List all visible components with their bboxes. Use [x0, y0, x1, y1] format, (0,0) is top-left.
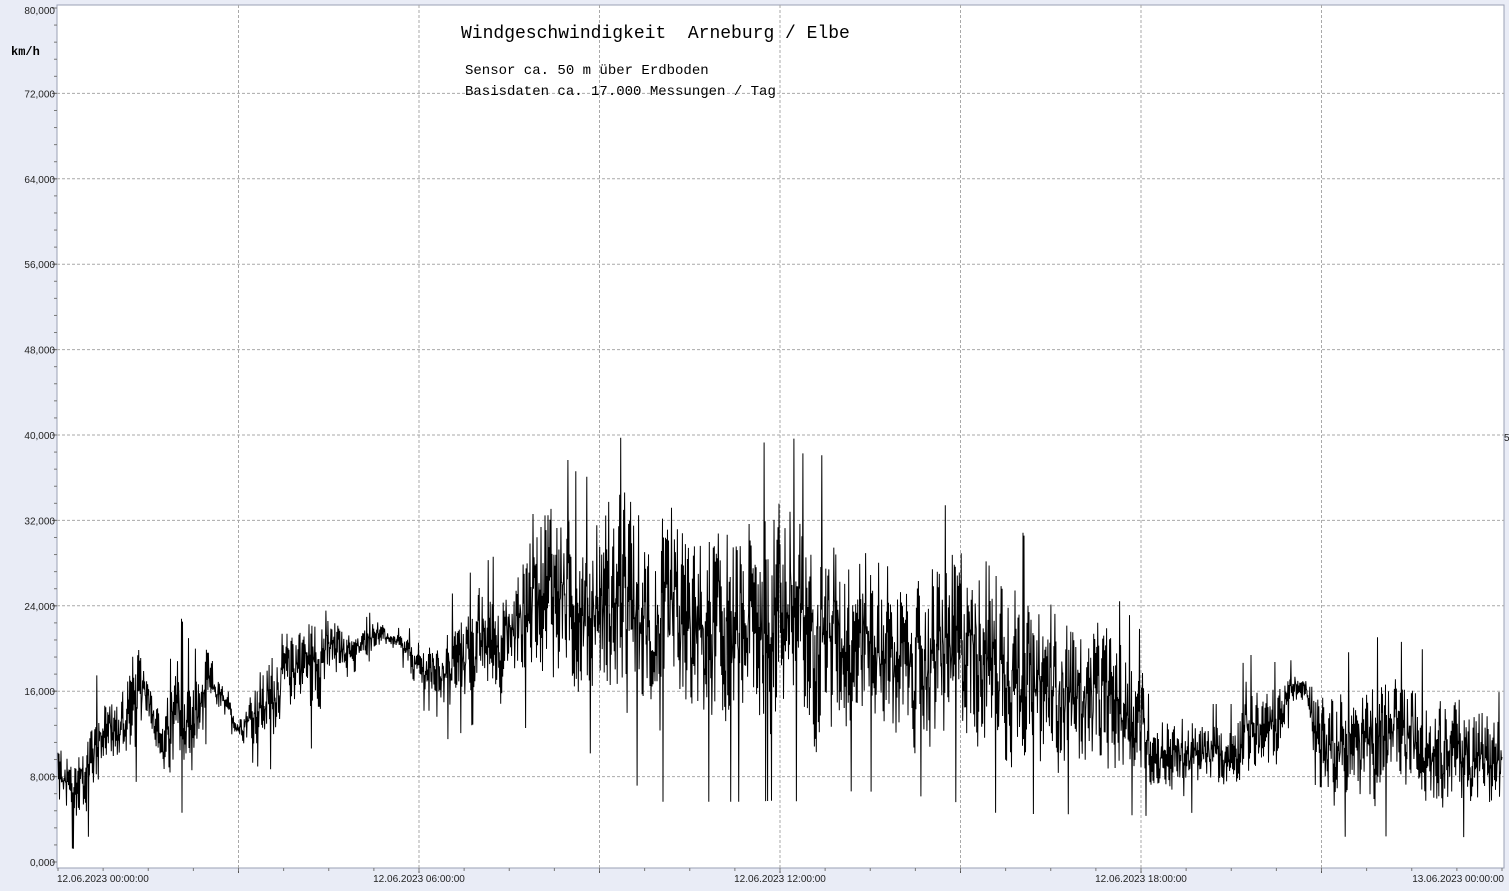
subtitle-sensor: Sensor ca. 50 m über Erdboden — [465, 63, 709, 79]
x-tick-label: 12.06.2023 12:00:00 — [734, 874, 826, 885]
x-tick-label: 12.06.2023 00:00:00 — [57, 874, 149, 885]
x-tick-label: 12.06.2023 18:00:00 — [1095, 874, 1187, 885]
y-tick-label: 24,000 — [24, 602, 55, 613]
y-tick-label: 32,000 — [24, 516, 55, 527]
subtitle-basisdaten: Basisdaten ca. 17.000 Messungen / Tag — [465, 84, 776, 100]
y-tick-label: 40,000 — [24, 431, 55, 442]
chart-title: Windgeschwindigkeit Arneburg / Elbe — [461, 24, 850, 44]
y-axis-label: km/h — [11, 45, 40, 59]
y-tick-label: 16,000 — [24, 687, 55, 698]
y-tick-label: 0,000 — [30, 858, 55, 869]
y-tick-label: 56,000 — [24, 260, 55, 271]
y-tick-label: 64,000 — [24, 175, 55, 186]
y-tick-label: 72,000 — [24, 89, 55, 100]
y-tick-label: 8,000 — [30, 773, 55, 784]
y-tick-label: 80,000 — [24, 6, 55, 17]
y-tick-label: 48,000 — [24, 346, 55, 357]
x-tick-labels: 12.06.2023 00:00:00 12.06.2023 06:00:00 12… — [57, 874, 1504, 885]
x-tick-label: 12.06.2023 06:00:00 — [373, 874, 465, 885]
y-tick-labels: 0,000 8,000 16,000 24,000 32,000 40,000 48,000… — [24, 6, 55, 869]
wind-speed-chart: 0,000 8,000 16,000 24,000 32,000 40,000 48,000… — [11, 4, 1509, 885]
x-tick-label: 13.06.2023 00:00:00 — [1412, 874, 1504, 885]
right-edge-label: 5 — [1504, 433, 1509, 444]
